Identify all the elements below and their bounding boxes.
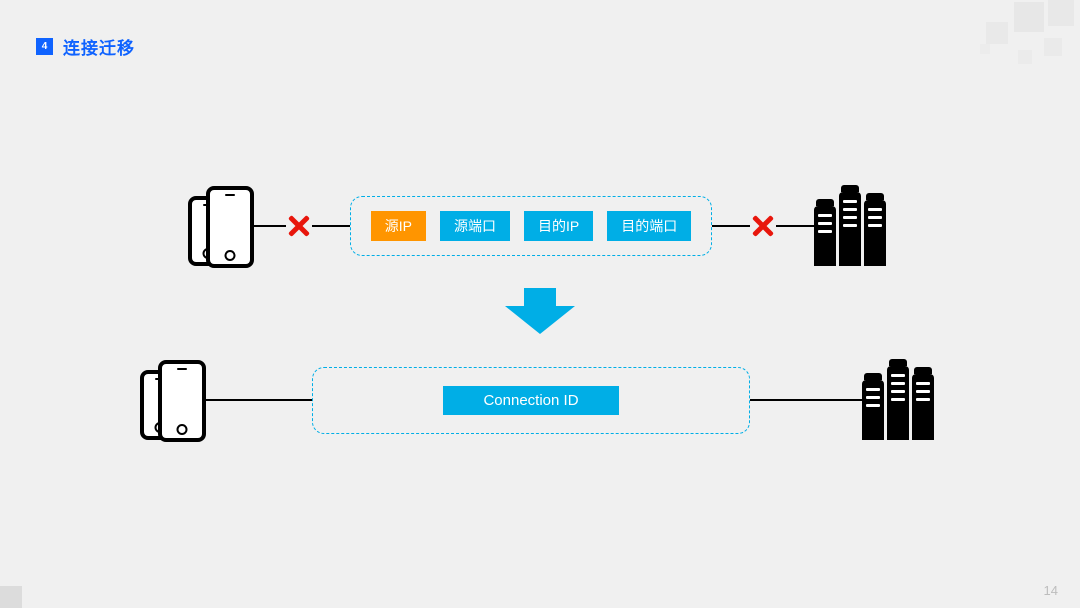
server-icon [862,360,940,440]
phone-icon [188,186,248,266]
slide: 4 连接迁移 源IP 源端口 目的IP 目的端口 [0,0,1080,608]
chip-source-ip: 源IP [371,211,426,241]
cross-icon [750,213,776,239]
server-icon [814,186,892,266]
diagram-row-connection-id: Connection ID [0,360,1080,440]
chip-connection-id: Connection ID [443,386,618,415]
chip-dest-ip: 目的IP [524,211,593,241]
wire [200,399,312,401]
footer-logo-placeholder [0,586,22,608]
down-arrow-icon [505,288,575,336]
wire [750,399,862,401]
wire [712,225,750,227]
connection-id-box: Connection ID [312,367,750,434]
tuple-box: 源IP 源端口 目的IP 目的端口 [350,196,712,256]
title-text: 连接迁移 [63,34,135,59]
title-index: 4 [36,38,53,55]
phone-icon [140,360,200,440]
wire [776,225,814,227]
chip-source-port: 源端口 [440,211,510,241]
wire [312,225,350,227]
slide-title: 4 连接迁移 [36,34,135,59]
corner-decoration [940,0,1080,80]
chip-dest-port: 目的端口 [607,211,691,241]
diagram-row-4tuple: 源IP 源端口 目的IP 目的端口 [0,186,1080,266]
page-number: 14 [1044,583,1058,598]
cross-icon [286,213,312,239]
